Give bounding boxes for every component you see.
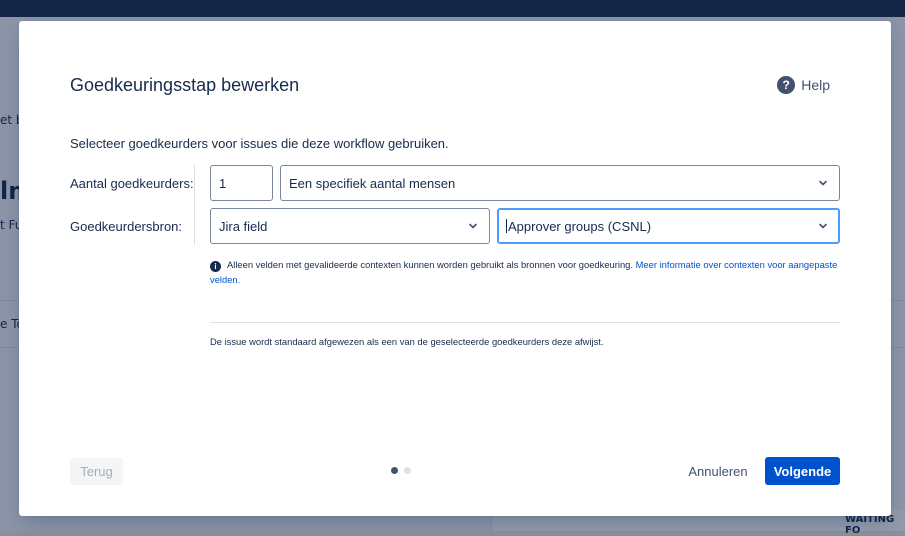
context-info-message: i Alleen velden met gevalideerde contexte…	[210, 257, 850, 287]
chevron-down-icon	[469, 223, 477, 229]
next-button[interactable]: Volgende	[765, 457, 840, 485]
help-label: Help	[801, 77, 830, 93]
approvers-mode-select[interactable]: Een specifiek aantal mensen	[280, 165, 840, 201]
intro-text: Selecteer goedkeurders voor issues die d…	[70, 136, 449, 151]
approvers-count-input[interactable]	[219, 175, 272, 191]
approver-field-value: Approver groups (CSNL)	[508, 218, 652, 234]
step-dot	[404, 467, 411, 474]
approvers-mode-value: Een specifiek aantal mensen	[289, 175, 456, 191]
info-text: Alleen velden met gevalideerde contexten…	[227, 259, 633, 270]
info-circle-icon: i	[210, 261, 221, 272]
approvers-source-value: Jira field	[219, 218, 268, 234]
approvers-count-label: Aantal goedkeurders:	[70, 176, 194, 191]
approvers-count-input-wrapper	[210, 165, 273, 201]
chevron-down-icon	[819, 180, 827, 186]
chevron-down-icon	[819, 223, 827, 229]
approver-field-select[interactable]: Approver groups (CSNL)	[497, 208, 840, 244]
text-cursor	[506, 219, 507, 233]
rejection-note: De issue wordt standaard afgewezen als e…	[210, 336, 604, 347]
back-button[interactable]: Terug	[70, 458, 123, 485]
label-divider	[194, 164, 195, 245]
cancel-button[interactable]: Annuleren	[681, 457, 755, 485]
help-button[interactable]: ? Help	[777, 76, 830, 94]
approvers-source-label: Goedkeurdersbron:	[70, 219, 183, 234]
question-circle-icon: ?	[777, 76, 796, 94]
step-indicator	[391, 467, 411, 474]
approvers-source-select[interactable]: Jira field	[210, 208, 490, 244]
section-divider	[210, 322, 840, 323]
step-dot-current	[391, 467, 398, 474]
dialog-title: Goedkeuringsstap bewerken	[70, 75, 300, 95]
edit-approval-step-dialog: Goedkeuringsstap bewerken ? Help Selecte…	[19, 21, 891, 516]
